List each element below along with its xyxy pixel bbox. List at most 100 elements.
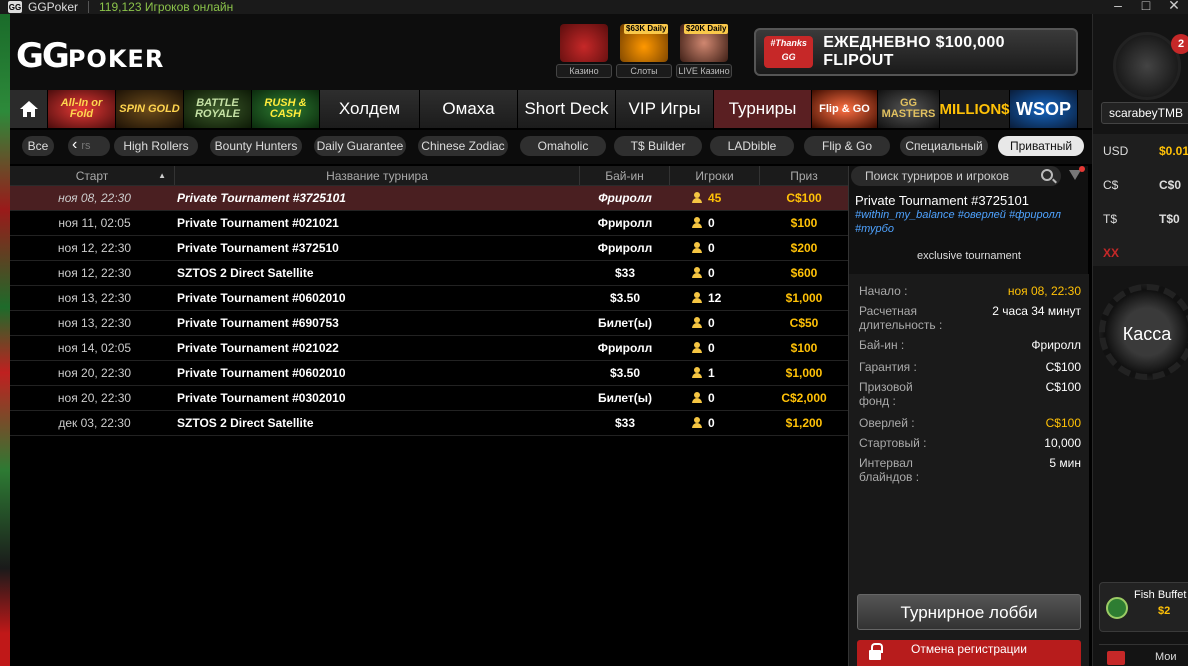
row-name: Private Tournament #021021: [177, 216, 339, 230]
table-row[interactable]: ноя 13, 22:30 Private Tournament #690753 Б…: [10, 311, 848, 336]
filter-special[interactable]: Специальный: [900, 136, 988, 156]
filter-high-rollers[interactable]: High Rollers: [114, 136, 198, 156]
cashier-button[interactable]: Касса: [1099, 284, 1188, 380]
info-guarantee: Гарантия : C$100: [859, 360, 1081, 374]
row-start: ноя 12, 22:30: [57, 266, 132, 280]
filter-daily-guarantee[interactable]: Daily Guarantee: [314, 136, 406, 156]
row-prize: $1,000: [785, 366, 823, 380]
balance-cad: C$ C$0: [1103, 178, 1182, 192]
tab-short-deck[interactable]: Short Deck: [518, 90, 616, 128]
slots-shortcut[interactable]: $63K Daily Слоты: [616, 24, 672, 78]
spin-gold-tab[interactable]: SPIN GOLD: [116, 90, 184, 128]
row-buyin: $33: [614, 266, 636, 280]
tab-holdem[interactable]: Холдем: [320, 90, 420, 128]
main-nav: All-In or Fold SPIN GOLD BATTLE ROYALE R…: [10, 90, 1092, 128]
fish-buffet-widget[interactable]: Fish Buffet $2: [1099, 582, 1188, 632]
row-start: ноя 13, 22:30: [57, 291, 132, 305]
player-icon: [692, 367, 702, 378]
close-icon[interactable]: ✕: [1160, 0, 1188, 14]
filter-partial-label: rs: [81, 140, 91, 152]
row-start: ноя 14, 02:05: [57, 341, 132, 355]
search-input[interactable]: Поиск турниров и игроков: [851, 166, 1061, 186]
filter-ts-builder[interactable]: T$ Builder: [614, 136, 702, 156]
table-row[interactable]: ноя 12, 22:30 Private Tournament #372510 Ф…: [10, 236, 848, 261]
row-start: ноя 08, 22:30: [58, 191, 131, 205]
table-row[interactable]: ноя 20, 22:30 Private Tournament #0302010…: [10, 386, 848, 411]
home-button[interactable]: [10, 90, 48, 128]
flip-go-tab[interactable]: Flip & GO: [812, 90, 878, 128]
maximize-icon[interactable]: □: [1132, 0, 1160, 14]
millions-tab[interactable]: MILLION$: [940, 90, 1010, 128]
chevron-left-icon: ‹: [72, 136, 78, 153]
table-row[interactable]: ноя 12, 22:30 SZTOS 2 Direct Satellite $33…: [10, 261, 848, 286]
row-name: Private Tournament #0302010: [177, 391, 346, 405]
casino-shortcut[interactable]: Казино: [556, 24, 612, 78]
row-prize: $100: [790, 216, 818, 230]
filter-icon[interactable]: [1069, 170, 1081, 180]
notification-badge: 2: [1171, 34, 1188, 54]
window-titlebar: GG GGPoker 119,123 Игроков онлайн – □ ✕: [0, 0, 1188, 14]
table-row[interactable]: дек 03, 22:30 SZTOS 2 Direct Satellite $33…: [10, 411, 848, 436]
live-casino-shortcut[interactable]: $20K Daily LIVE Казино: [676, 24, 732, 78]
row-start: ноя 20, 22:30: [57, 391, 132, 405]
online-count: 119,123 Игроков онлайн: [99, 0, 234, 14]
row-name: SZTOS 2 Direct Satellite: [177, 266, 314, 280]
my-items-button[interactable]: Мои: [1099, 644, 1188, 666]
username[interactable]: scarabeyTMB: [1101, 102, 1188, 124]
row-prize: $1,000: [785, 291, 823, 305]
filter-bounty-hunters[interactable]: Bounty Hunters: [210, 136, 302, 156]
gg-masters-tab[interactable]: GG MASTERS: [878, 90, 940, 128]
col-buyin[interactable]: Бай-ин: [580, 166, 670, 185]
row-players: 0: [670, 386, 760, 410]
player-icon: [692, 292, 702, 303]
tab-tournaments[interactable]: Турниры: [714, 90, 812, 128]
table-row[interactable]: ноя 13, 22:30 Private Tournament #0602010…: [10, 286, 848, 311]
col-name[interactable]: Название турнира: [175, 166, 580, 185]
gift-icon: [1107, 651, 1125, 665]
sort-asc-icon: ▲: [158, 171, 166, 180]
notification-dot: [1079, 166, 1085, 172]
promo-text: ЕЖЕДНЕВНО $100,000 FLIPOUT: [823, 34, 1005, 69]
table-row[interactable]: ноя 11, 02:05 Private Tournament #021021 Ф…: [10, 211, 848, 236]
table-row[interactable]: ноя 08, 22:30 Private Tournament #3725101…: [10, 186, 848, 211]
minimize-icon[interactable]: –: [1104, 0, 1132, 14]
row-name: Private Tournament #372510: [177, 241, 339, 255]
player-icon: [692, 317, 702, 328]
flipout-promo-banner[interactable]: #Thanks GG ЕЖЕДНЕВНО $100,000 FLIPOUT: [754, 28, 1078, 76]
brand-logo: GGPOKER: [16, 36, 165, 76]
battle-royale-tab[interactable]: BATTLE ROYALE: [184, 90, 252, 128]
tab-vip-games[interactable]: VIP Игры: [616, 90, 714, 128]
filter-all[interactable]: Все: [22, 136, 54, 156]
row-prize: $200: [790, 241, 818, 255]
row-buyin: Фриролл: [597, 216, 653, 230]
detail-tags[interactable]: #within_my_balance #оверлей #фриролл #ту…: [855, 208, 1083, 236]
rush-cash-tab[interactable]: RUSH & CASH: [252, 90, 320, 128]
scroll-left-button[interactable]: ‹ rs: [68, 136, 110, 156]
col-prize[interactable]: Приз: [760, 166, 848, 185]
col-players[interactable]: Игроки: [670, 166, 760, 185]
exclusive-label: exclusive tournament: [917, 250, 1021, 262]
filter-flip-go[interactable]: Flip & Go: [804, 136, 890, 156]
search-icon[interactable]: [1041, 169, 1053, 181]
table-row[interactable]: ноя 20, 22:30 Private Tournament #0602010…: [10, 361, 848, 386]
casino-dice-icon: [560, 24, 608, 62]
tab-omaha[interactable]: Омаха: [420, 90, 518, 128]
filter-private[interactable]: Приватный: [998, 136, 1084, 156]
wsop-tab[interactable]: WSOP: [1010, 90, 1078, 128]
all-in-or-fold-tab[interactable]: All-In or Fold: [48, 90, 116, 128]
player-icon: [692, 342, 702, 353]
filter-omaholic[interactable]: Omaholic: [520, 136, 606, 156]
shortcut-label: Слоты: [616, 64, 672, 78]
table-body: ноя 08, 22:30 Private Tournament #3725101…: [10, 186, 848, 436]
cancel-registration-button[interactable]: Отмена регистрации: [857, 640, 1081, 666]
filter-chinese-zodiac[interactable]: Chinese Zodiac: [418, 136, 508, 156]
thanks-gg-badge: #Thanks GG: [764, 36, 814, 68]
col-start[interactable]: Старт ▲: [10, 166, 175, 185]
filter-ladbible[interactable]: LADbible: [710, 136, 794, 156]
tournament-detail-panel: Поиск турниров и игроков Private Tournam…: [848, 166, 1089, 666]
row-prize: C$100: [786, 191, 822, 205]
table-row[interactable]: ноя 14, 02:05 Private Tournament #021022 Ф…: [10, 336, 848, 361]
balance-usd: USD $0.01: [1103, 144, 1188, 158]
tournament-lobby-button[interactable]: Турнирное лобби: [857, 594, 1081, 630]
info-prize-pool: Призовой фонд : C$100: [859, 380, 1081, 408]
